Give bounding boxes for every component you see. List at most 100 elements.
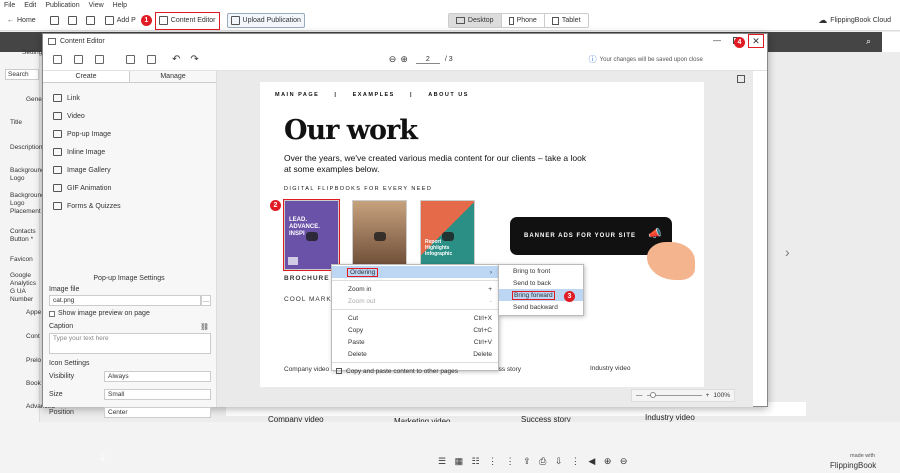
link-icon: [53, 94, 62, 102]
submenu-send-backward[interactable]: Send backward: [499, 301, 583, 313]
menu-view[interactable]: View: [89, 2, 104, 9]
menu-edit[interactable]: Edit: [24, 2, 36, 9]
close-icon[interactable]: ✕: [748, 34, 764, 48]
browse-button[interactable]: …: [201, 295, 211, 306]
home-button[interactable]: ← Home: [4, 14, 39, 28]
save-icon[interactable]: [85, 16, 95, 25]
sidebar-tabs: Create Manage: [43, 71, 216, 83]
widget-video[interactable]: Video: [53, 107, 216, 125]
page-prev-icon[interactable]: ⊖: [389, 54, 397, 65]
thumb-text: Report Highlights Infographic: [425, 239, 453, 257]
menu-item-delete[interactable]: Delete Delete: [332, 348, 498, 360]
menu-item-copy[interactable]: Copy Ctrl+C: [332, 324, 498, 336]
bg-search-input[interactable]: Search: [5, 69, 39, 80]
link-icon[interactable]: ⛓: [200, 323, 209, 331]
page-next-icon[interactable]: ⊕: [400, 54, 408, 65]
device-phone[interactable]: Phone: [502, 14, 545, 27]
upload-publication-button[interactable]: Upload Publication: [226, 13, 305, 28]
next-page-arrow[interactable]: ›: [785, 244, 790, 260]
cool-marketing-label: COOL MARKI: [284, 296, 335, 303]
pages-icon[interactable]: [49, 16, 59, 25]
menu-item-zoom-in[interactable]: Zoom in +: [332, 283, 498, 295]
arrange-icon[interactable]: [126, 55, 135, 64]
bg-item[interactable]: Appe: [26, 309, 41, 317]
widget-popup-image[interactable]: Pop-up Image: [53, 125, 216, 143]
menu-publication[interactable]: Publication: [45, 2, 79, 9]
widget-image-gallery[interactable]: Image Gallery: [53, 161, 216, 179]
thumbnail-brochure[interactable]: LEAD. ADVANCE. INSPI: [283, 199, 340, 271]
zoom-control: — + 100%: [631, 389, 735, 402]
bg-item[interactable]: Gene: [26, 96, 42, 104]
thumbnail-report[interactable]: Report Highlights Infographic: [420, 200, 475, 270]
cloud-icon: ☁: [818, 15, 828, 25]
zoom-slider-thumb[interactable]: [649, 392, 656, 398]
zoom-out-icon[interactable]: —: [636, 392, 643, 399]
grid-icon[interactable]: [737, 75, 745, 83]
show-preview-checkbox[interactable]: [49, 310, 55, 317]
menu-item-cut[interactable]: Cut Ctrl+X: [332, 312, 498, 324]
thumbnail-marketing[interactable]: [352, 200, 407, 270]
bg-settings-label: Setting: [22, 49, 43, 56]
submenu-send-to-back[interactable]: Send to back: [499, 277, 583, 289]
zoom-slider[interactable]: [646, 392, 702, 398]
bg-item[interactable]: Prelo: [26, 357, 41, 365]
tab-manage[interactable]: Manage: [130, 71, 216, 82]
position-select[interactable]: Center: [104, 407, 211, 418]
inline-image-icon: [53, 148, 62, 156]
menu-help[interactable]: Help: [113, 2, 127, 9]
phone-icon: [508, 16, 514, 25]
made-with-label: made with: [850, 453, 876, 459]
bg-caption: Industry video: [645, 413, 695, 422]
bg-item[interactable]: Cont: [26, 333, 40, 341]
dialog-toolbar: ↶ ↷ ⊖ ⊕ 2 / 3 ⓘ Your changes will be sav…: [43, 49, 767, 71]
widget-gif[interactable]: GIF Animation: [53, 179, 216, 197]
submenu-bring-to-front[interactable]: Bring to front: [499, 265, 583, 277]
menu-item-copy-to-pages[interactable]: Copy and paste content to other pages: [332, 365, 498, 377]
image-icon[interactable]: [67, 16, 77, 25]
visibility-row: Visibility Always: [49, 371, 211, 382]
content-editor-button[interactable]: Content Editor: [154, 11, 220, 30]
cut-icon[interactable]: [53, 55, 62, 64]
main-toolbar: ← Home Add P 1 Content Editor Upload Pub…: [0, 11, 900, 31]
widget-inline-image[interactable]: Inline Image: [53, 143, 216, 161]
bg-item: Background Logo Placement: [10, 192, 45, 215]
visibility-select[interactable]: Always: [104, 371, 211, 382]
device-tablet[interactable]: Tablet: [545, 14, 588, 27]
bg-item[interactable]: Book: [26, 380, 41, 388]
tab-create[interactable]: Create: [43, 71, 130, 82]
caption-row: Caption ⛓: [49, 323, 209, 331]
cloud-button[interactable]: ☁ FlippingBook Cloud: [815, 14, 894, 28]
menu-file[interactable]: File: [4, 2, 15, 9]
minimize-button[interactable]: —: [713, 36, 721, 45]
menu-item-paste[interactable]: Paste Ctrl+V: [332, 336, 498, 348]
show-preview-row: Show image preview on page: [49, 310, 215, 317]
ordering-submenu: Bring to front Send to back Bring forwar…: [498, 264, 584, 316]
caption-input[interactable]: Type your text here: [49, 333, 211, 354]
menu-item-zoom-out: Zoom out -: [348, 297, 492, 305]
undo-icon[interactable]: ↶: [172, 54, 180, 65]
add-pages-button[interactable]: Add P: [102, 14, 139, 28]
copy-icon[interactable]: [74, 55, 83, 64]
widget-link[interactable]: Link: [53, 89, 216, 107]
redo-icon[interactable]: ↷: [190, 54, 198, 65]
editor-page: MAIN PAGE | EXAMPLES | ABOUT US Our work…: [260, 82, 704, 387]
thumb-logo: [288, 257, 298, 265]
footer-controls[interactable]: ☰ ▦ ☷ ⋮ ⋮ ⇪ ⎙ ⇩ ⋮ ◀ ⊕ ⊖: [438, 456, 630, 467]
size-select[interactable]: Small: [104, 389, 211, 400]
size-row: Size Small: [49, 389, 211, 400]
submenu-arrow-icon: ›: [489, 268, 492, 276]
arrange-back-icon[interactable]: [147, 55, 156, 64]
menu-item-ordering[interactable]: Ordering ›: [332, 266, 498, 278]
bg-item: Contacts Button *: [10, 228, 36, 243]
widget-forms[interactable]: Forms & Quizzes: [53, 197, 216, 215]
page-input[interactable]: 2: [415, 56, 440, 64]
menu-separator: [332, 309, 498, 310]
device-desktop[interactable]: Desktop: [448, 14, 502, 27]
zoom-in-icon[interactable]: +: [706, 392, 710, 399]
page-nav: MAIN PAGE | EXAMPLES | ABOUT US: [275, 92, 469, 98]
search-icon[interactable]: ⌕: [866, 36, 871, 47]
menu-bar: File Edit Publication View Help: [0, 0, 900, 11]
paste-icon[interactable]: [95, 55, 104, 64]
hand-illustration: [647, 242, 695, 280]
image-file-input[interactable]: cat.png: [49, 295, 201, 306]
